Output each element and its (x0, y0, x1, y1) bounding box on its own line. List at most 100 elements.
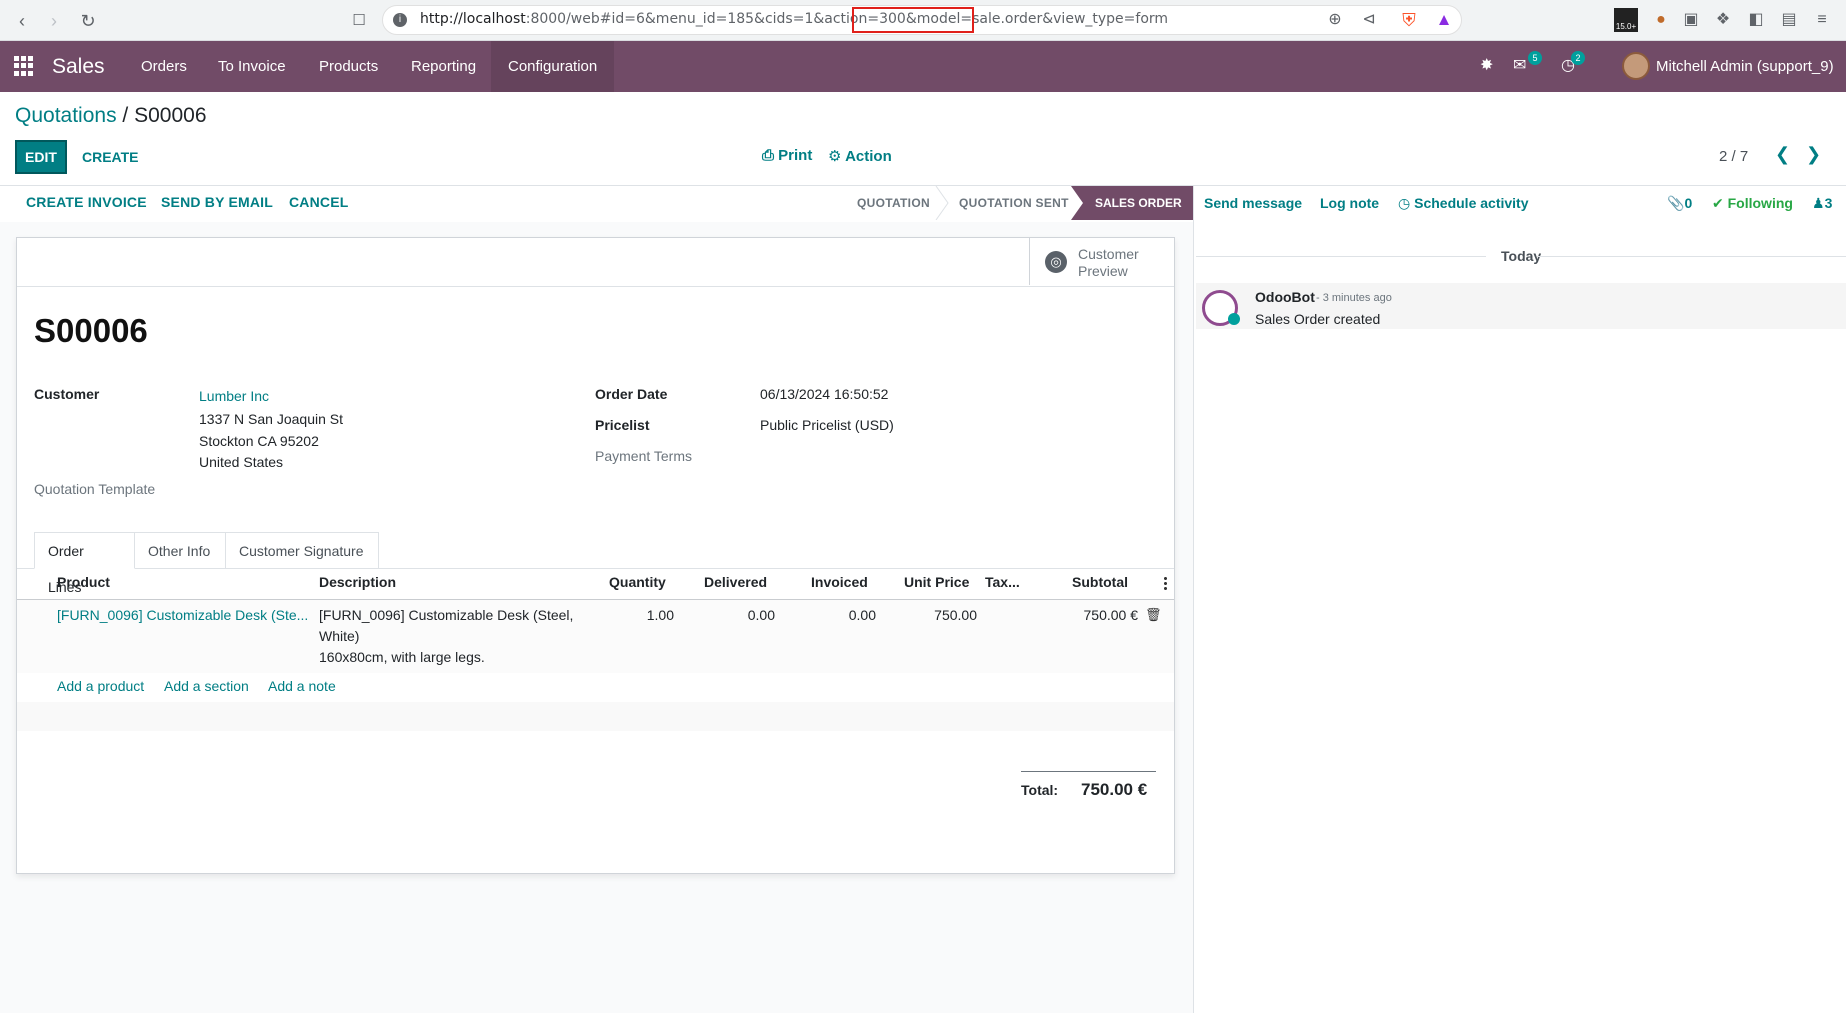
stage-quotation[interactable]: QUOTATION (857, 186, 930, 220)
row-description: [FURN_0096] Customizable Desk (Steel, (319, 607, 574, 623)
tab-order-lines[interactable]: Order Lines (34, 532, 135, 595)
pager-next-icon[interactable]: ❯ (1806, 144, 1821, 165)
col-taxes[interactable]: Tax... (985, 574, 1020, 590)
share-icon[interactable]: ⊲ (1359, 10, 1379, 30)
stage-quotation-sent[interactable]: QUOTATION SENT (959, 186, 1069, 220)
monkey-extension-icon[interactable]: ● (1651, 10, 1671, 30)
extensions-icon[interactable]: ❖ (1713, 10, 1733, 30)
order-name: S00006 (34, 312, 148, 349)
stage-separator (935, 186, 949, 220)
bookmark-icon[interactable]: ☐ (347, 9, 371, 33)
nav-reporting[interactable]: Reporting (394, 41, 493, 92)
user-avatar[interactable] (1622, 52, 1650, 80)
tab-other-info[interactable]: Other Info (135, 532, 226, 568)
payment-terms-label: Payment Terms (595, 448, 692, 464)
url-text[interactable]: http://localhost:8000/web#id=6&menu_id=1… (420, 11, 1168, 27)
url-highlight-box (852, 7, 974, 33)
globe-icon: ◎ (1045, 251, 1067, 273)
stage-sales-order[interactable]: SALES ORDER (1071, 186, 1193, 220)
chatter-divider (1193, 186, 1194, 1013)
paperclip-icon: 📎 (1667, 195, 1685, 211)
site-info-icon[interactable]: i (393, 13, 407, 27)
add-product-link[interactable]: Add a product (57, 678, 144, 694)
main-navbar: Sales Orders To Invoice Products Reporti… (0, 41, 1846, 92)
menu-icon[interactable]: ≡ (1812, 10, 1832, 30)
debug-bug-icon[interactable]: ✸ (1480, 55, 1493, 75)
create-invoice-button[interactable]: CREATE INVOICE (26, 194, 147, 210)
nav-to-invoice[interactable]: To Invoice (201, 41, 303, 92)
nav-products[interactable]: Products (302, 41, 395, 92)
log-note-button[interactable]: Log note (1320, 195, 1379, 211)
brave-rewards-icon[interactable]: ▲ (1434, 10, 1454, 30)
address-line: United States (199, 454, 284, 470)
row-invoiced: 0.00 (848, 607, 876, 623)
followers-button[interactable]: ♟3 (1812, 195, 1832, 212)
message-body: Sales Order created (1255, 311, 1381, 327)
reload-icon[interactable]: ↻ (76, 9, 100, 33)
sidebar-icon[interactable]: ◧ (1746, 10, 1766, 30)
zoom-icon[interactable]: ⊕ (1325, 10, 1345, 30)
messages-badge: 5 (1528, 51, 1542, 65)
create-button[interactable]: CREATE (82, 140, 139, 174)
col-quantity[interactable]: Quantity (609, 574, 666, 590)
trash-icon[interactable]: 🗑 (1145, 607, 1162, 623)
messages-icon[interactable]: ✉ (1513, 55, 1526, 75)
quotation-template-label: Quotation Template (34, 481, 156, 497)
col-invoiced[interactable]: Invoiced (811, 574, 868, 590)
pager-value[interactable]: 2 / 7 (1719, 148, 1748, 165)
print-button[interactable]: ⎙ Print (762, 147, 812, 164)
col-description[interactable]: Description (319, 574, 396, 590)
odoo-debug-extension-icon[interactable]: 15.0+ (1614, 8, 1638, 32)
customer-link[interactable]: Lumber Inc (199, 388, 269, 404)
apps-menu-icon[interactable] (14, 56, 34, 76)
today-label: Today (1501, 248, 1542, 264)
clock-icon: ◷ (1398, 195, 1415, 211)
app-brand[interactable]: Sales (52, 41, 105, 92)
heart-icon (1228, 313, 1240, 325)
pager-previous-icon[interactable]: ❮ (1775, 144, 1790, 165)
message-author[interactable]: OdooBot (1255, 289, 1315, 305)
following-button[interactable]: ✔ Following (1712, 195, 1793, 212)
address-line: 1337 N San Joaquin St (199, 411, 343, 427)
nav-orders[interactable]: Orders (124, 41, 204, 92)
breadcrumb: Quotations / S00006 (15, 104, 207, 127)
attachments-button[interactable]: 📎0 (1667, 195, 1692, 212)
schedule-activity-button[interactable]: ◷ Schedule activity (1398, 195, 1529, 212)
col-subtotal[interactable]: Subtotal (1072, 574, 1128, 590)
col-unit-price[interactable]: Unit Price (904, 574, 969, 590)
action-button[interactable]: ⚙ Action (828, 147, 892, 165)
total-label: Total: (1021, 782, 1059, 798)
tab-customer-signature[interactable]: Customer Signature (225, 532, 379, 568)
row-description: White) (319, 628, 360, 644)
order-date-label: Order Date (595, 386, 668, 402)
col-product[interactable]: Product (57, 574, 110, 590)
activities-badge: 2 (1571, 51, 1585, 65)
row-product[interactable]: [FURN_0096] Customizable Desk (Ste... (57, 607, 308, 623)
brave-shield-icon[interactable]: ⛨ (1399, 10, 1419, 30)
send-message-button[interactable]: Send message (1204, 195, 1302, 211)
column-options-icon[interactable] (1164, 576, 1167, 590)
total-divider (1021, 771, 1156, 772)
col-delivered[interactable]: Delivered (704, 574, 767, 590)
back-icon[interactable]: ‹ (10, 9, 34, 33)
gear-icon: ⚙ (828, 148, 846, 165)
send-by-email-button[interactable]: SEND BY EMAIL (161, 194, 273, 210)
order-date-value: 06/13/2024 16:50:52 (760, 386, 889, 402)
row-delivered: 0.00 (747, 607, 775, 623)
total-value: 750.00 € (1081, 780, 1148, 799)
row-description: 160x80cm, with large legs. (319, 649, 485, 665)
edit-button[interactable]: EDIT (15, 140, 67, 174)
code-extension-icon[interactable]: ▣ (1681, 10, 1701, 30)
today-divider (1196, 256, 1486, 257)
customer-label: Customer (34, 386, 100, 402)
user-menu[interactable]: Mitchell Admin (support_9) (1656, 41, 1834, 92)
breadcrumb-quotations[interactable]: Quotations (15, 104, 117, 127)
forward-icon[interactable]: › (42, 9, 66, 33)
wallet-icon[interactable]: ▤ (1779, 10, 1799, 30)
nav-configuration[interactable]: Configuration (491, 41, 615, 92)
empty-row (17, 702, 1174, 731)
add-note-link[interactable]: Add a note (268, 678, 336, 694)
add-section-link[interactable]: Add a section (164, 678, 249, 694)
cancel-button[interactable]: CANCEL (289, 194, 349, 210)
row-subtotal: 750.00 € (1083, 607, 1139, 623)
